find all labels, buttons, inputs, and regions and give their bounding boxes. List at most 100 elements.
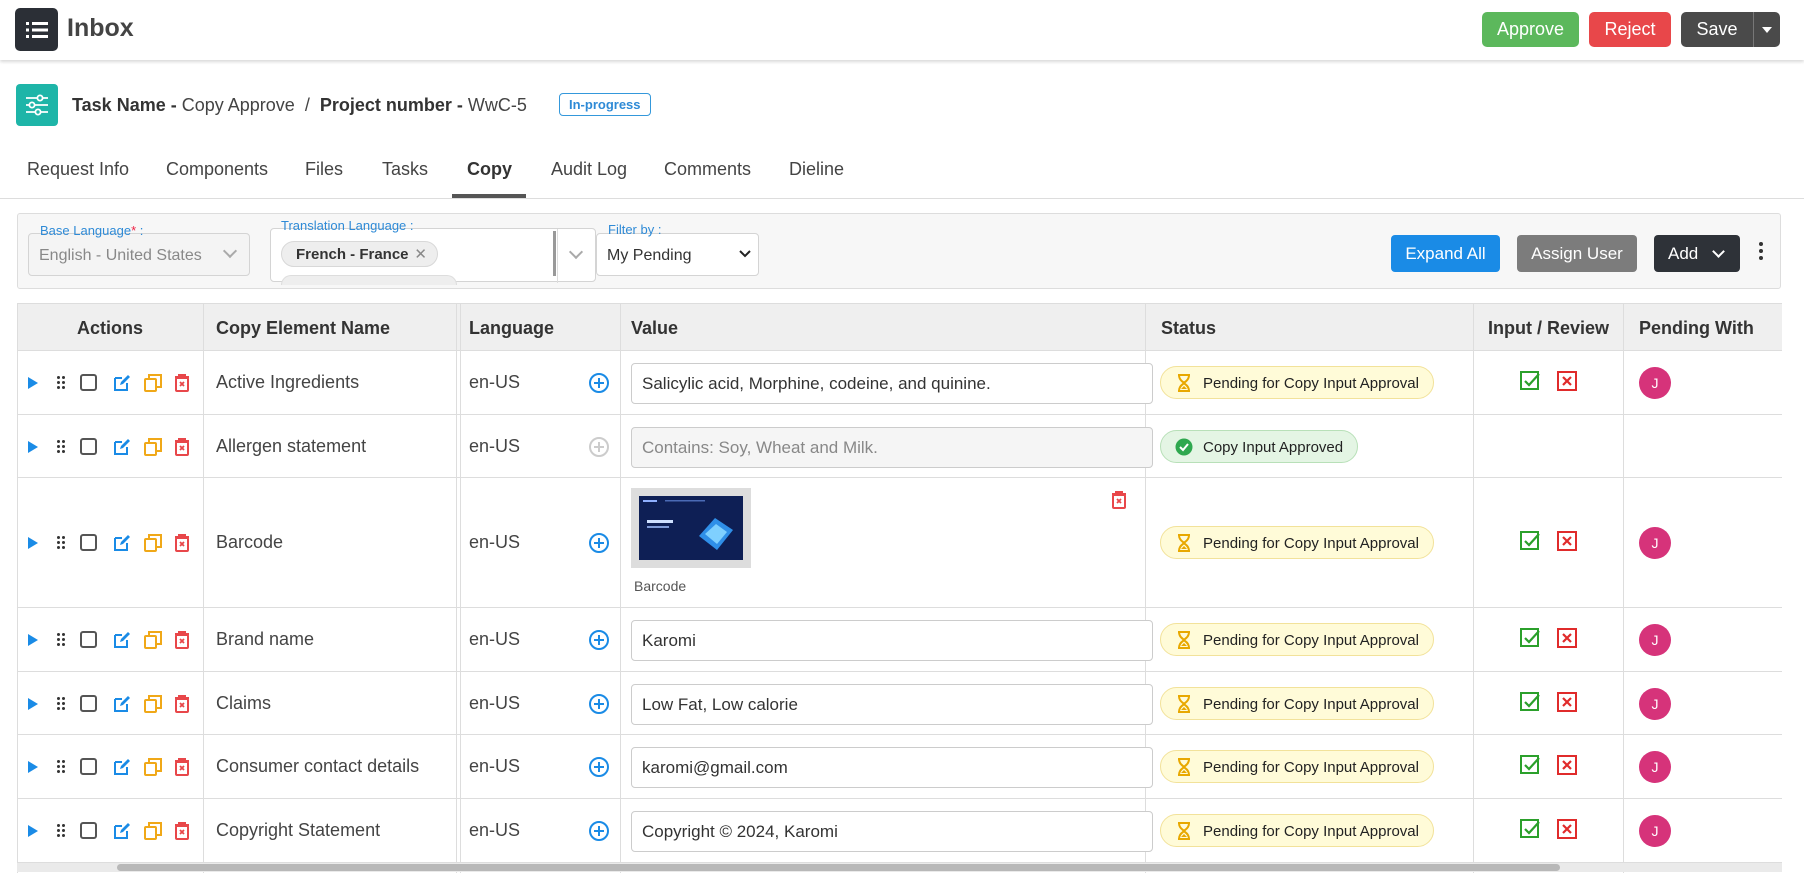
edit-icon[interactable]: [112, 437, 132, 457]
drag-handle-icon[interactable]: [57, 760, 65, 774]
add-button[interactable]: Add: [1654, 235, 1740, 272]
header-language[interactable]: Language: [469, 318, 554, 339]
avatar[interactable]: J: [1639, 527, 1671, 559]
scrollbar[interactable]: [553, 231, 556, 276]
delete-icon[interactable]: [172, 533, 192, 553]
copy-icon[interactable]: [143, 533, 163, 553]
edit-icon[interactable]: [112, 694, 132, 714]
drag-handle-icon[interactable]: [57, 696, 65, 711]
menu-icon[interactable]: [15, 8, 58, 51]
header-value[interactable]: Value: [631, 318, 678, 339]
approve-check-icon[interactable]: [1519, 818, 1541, 840]
reject-x-icon[interactable]: [1556, 754, 1578, 776]
row-checkbox[interactable]: [80, 822, 97, 839]
delete-icon[interactable]: [172, 821, 192, 841]
more-options-icon[interactable]: [1759, 242, 1765, 263]
delete-icon[interactable]: [172, 630, 192, 650]
reject-x-icon[interactable]: [1556, 627, 1578, 649]
avatar[interactable]: J: [1639, 815, 1671, 847]
delete-image-icon[interactable]: [1109, 490, 1129, 510]
row-checkbox[interactable]: [80, 374, 97, 391]
expand-row-icon[interactable]: [28, 377, 38, 389]
avatar[interactable]: J: [1639, 367, 1671, 399]
expand-row-icon[interactable]: [28, 761, 38, 773]
expand-row-icon[interactable]: [28, 825, 38, 837]
horizontal-scrollbar[interactable]: [17, 863, 1782, 872]
tab-files[interactable]: Files: [305, 159, 343, 180]
translation-language-select[interactable]: French - France ✕: [270, 228, 596, 285]
expand-all-button[interactable]: Expand All: [1391, 235, 1500, 272]
delete-icon[interactable]: [172, 437, 192, 457]
close-icon[interactable]: ✕: [414, 245, 427, 263]
reject-x-icon[interactable]: [1556, 818, 1578, 840]
reject-button[interactable]: Reject: [1589, 12, 1671, 47]
expand-row-icon[interactable]: [28, 634, 38, 646]
add-circle-icon[interactable]: [589, 693, 609, 714]
tab-audit-log[interactable]: Audit Log: [551, 159, 627, 180]
drag-handle-icon[interactable]: [57, 439, 65, 454]
reject-x-icon[interactable]: [1556, 691, 1578, 713]
approve-check-icon[interactable]: [1519, 691, 1541, 713]
assign-user-button[interactable]: Assign User: [1517, 235, 1637, 272]
add-circle-icon[interactable]: [589, 821, 609, 841]
value-input[interactable]: Copyright © 2024, Karomi: [631, 811, 1153, 852]
delete-icon[interactable]: [172, 373, 192, 393]
expand-row-icon[interactable]: [28, 697, 38, 710]
value-input[interactable]: Low Fat, Low calorie: [631, 683, 1153, 725]
copy-icon[interactable]: [143, 694, 163, 714]
base-language-select[interactable]: English - United States: [28, 233, 250, 276]
row-checkbox[interactable]: [80, 631, 97, 648]
filter-by-select[interactable]: My Pending: [596, 233, 759, 276]
approve-check-icon[interactable]: [1519, 530, 1541, 552]
value-input[interactable]: Contains: Soy, Wheat and Milk.: [631, 426, 1153, 468]
tab-request-info[interactable]: Request Info: [27, 159, 129, 180]
add-circle-icon[interactable]: [589, 630, 609, 650]
edit-icon[interactable]: [112, 821, 132, 841]
copy-icon[interactable]: [143, 373, 163, 393]
avatar[interactable]: J: [1639, 624, 1671, 656]
tab-tasks[interactable]: Tasks: [382, 159, 428, 180]
language-chip[interactable]: French - France ✕: [281, 241, 438, 267]
tab-comments[interactable]: Comments: [664, 159, 751, 180]
value-input[interactable]: Karomi: [631, 620, 1153, 661]
row-checkbox[interactable]: [80, 534, 97, 551]
tab-components[interactable]: Components: [166, 159, 268, 180]
edit-icon[interactable]: [112, 757, 132, 777]
drag-handle-icon[interactable]: [57, 536, 65, 550]
delete-icon[interactable]: [172, 694, 192, 714]
approve-check-icon[interactable]: [1519, 627, 1541, 649]
save-label[interactable]: Save: [1681, 12, 1754, 47]
tab-copy[interactable]: Copy: [467, 159, 512, 180]
drag-handle-icon[interactable]: [57, 824, 65, 838]
value-input[interactable]: Salicylic acid, Morphine, codeine, and q…: [631, 363, 1153, 404]
copy-icon[interactable]: [143, 437, 163, 457]
row-checkbox[interactable]: [80, 437, 97, 455]
edit-icon[interactable]: [112, 533, 132, 553]
expand-row-icon[interactable]: [28, 440, 38, 453]
edit-icon[interactable]: [112, 373, 132, 393]
copy-icon[interactable]: [143, 630, 163, 650]
delete-icon[interactable]: [172, 757, 192, 777]
row-checkbox[interactable]: [80, 694, 97, 712]
drag-handle-icon[interactable]: [57, 633, 65, 647]
header-status[interactable]: Status: [1161, 318, 1216, 339]
value-input[interactable]: karomi@gmail.com: [631, 747, 1153, 788]
row-checkbox[interactable]: [80, 758, 97, 775]
tab-dieline[interactable]: Dieline: [789, 159, 844, 180]
avatar[interactable]: J: [1639, 687, 1671, 720]
caret-down-icon[interactable]: [1754, 26, 1780, 33]
copy-icon[interactable]: [143, 821, 163, 841]
save-button[interactable]: Save: [1681, 12, 1780, 47]
scrollbar-thumb[interactable]: [117, 864, 1560, 871]
reject-x-icon[interactable]: [1556, 370, 1578, 392]
approve-check-icon[interactable]: [1519, 754, 1541, 776]
drag-handle-icon[interactable]: [57, 376, 65, 390]
header-copy-element-name[interactable]: Copy Element Name: [216, 318, 390, 339]
approve-check-icon[interactable]: [1519, 370, 1541, 392]
edit-icon[interactable]: [112, 630, 132, 650]
approve-button[interactable]: Approve: [1482, 12, 1579, 47]
avatar[interactable]: J: [1639, 751, 1671, 783]
barcode-image[interactable]: [631, 488, 751, 568]
add-circle-icon[interactable]: [589, 533, 609, 553]
add-circle-icon[interactable]: [589, 757, 609, 777]
